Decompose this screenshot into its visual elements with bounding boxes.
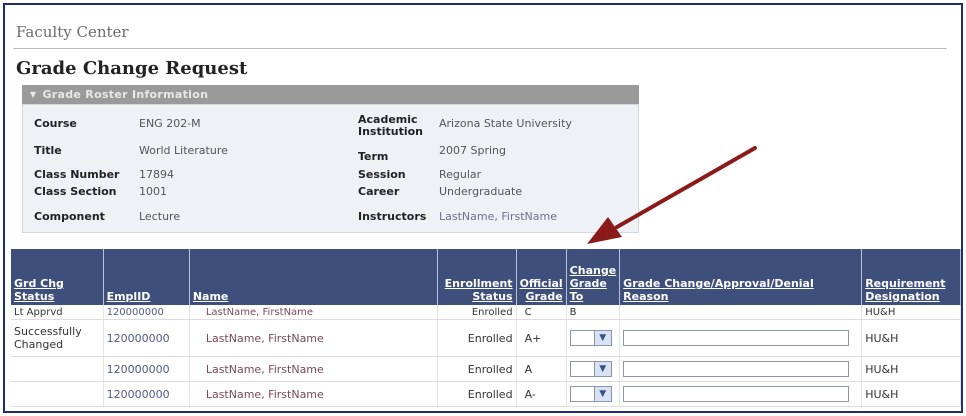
change-grade-select[interactable]: ▼ <box>569 330 612 346</box>
col-grd-chg-status[interactable]: Grd Chg Status <box>11 249 104 305</box>
chevron-down-icon[interactable]: ▼ <box>593 331 611 345</box>
requirement-designation: HU&H <box>861 381 961 407</box>
col-requirement-designation[interactable]: Requirement Designation <box>861 249 961 305</box>
emplid: 120000000 <box>103 381 190 407</box>
reason-input[interactable] <box>623 386 850 402</box>
requirement-designation: HU&H <box>861 319 961 357</box>
col-official-grade[interactable]: Official Grade <box>516 249 567 305</box>
official-grade: A- <box>516 381 567 407</box>
arrow-head-icon <box>587 217 622 244</box>
official-grade: C <box>516 305 567 320</box>
change-grade-cell: ▼ <box>566 356 621 382</box>
emplid: 120000000 <box>103 319 190 357</box>
reason-input[interactable] <box>623 361 850 377</box>
grd-chg-status: Successfully Changed <box>11 319 104 357</box>
table-row: Successfully Changed 120000000 LastName,… <box>11 319 961 357</box>
grid-header-row: Grd Chg Status EmplID Name Enrollment St… <box>11 249 961 305</box>
col-enrollment-status[interactable]: Enrollment Status <box>437 249 517 305</box>
enrollment-status: Enrolled <box>437 356 517 382</box>
arrow-shaft <box>615 146 757 229</box>
table-row: 120000000 LastName, FirstName Enrolled A… <box>11 381 961 407</box>
official-grade: A <box>516 356 567 382</box>
reason-cell <box>619 319 863 357</box>
chevron-down-icon[interactable]: ▼ <box>593 387 611 401</box>
student-name-link[interactable]: LastName, FirstName <box>189 319 438 357</box>
student-name-link[interactable]: LastName, FirstName <box>189 381 438 407</box>
change-grade-to: B <box>566 305 621 320</box>
reason-cell <box>619 381 863 407</box>
requirement-designation: HU&H <box>861 356 961 382</box>
change-grade-cell: ▼ <box>566 381 621 407</box>
grd-chg-status <box>11 381 104 407</box>
change-grade-select[interactable]: ▼ <box>569 386 612 402</box>
requirement-designation: HU&H <box>861 305 961 320</box>
table-row: Lt Apprvd 120000000 LastName, FirstName … <box>11 305 961 320</box>
change-grade-select[interactable]: ▼ <box>569 361 612 377</box>
reason-cell <box>619 356 863 382</box>
grd-chg-status: Lt Apprvd <box>11 305 104 320</box>
table-row: 120000000 LastName, FirstName Enrolled A… <box>11 356 961 382</box>
col-reason[interactable]: Grade Change/Approval/Denial Reason <box>619 249 863 305</box>
emplid: 120000000 <box>103 356 190 382</box>
col-name[interactable]: Name <box>189 249 438 305</box>
grade-change-reason <box>619 305 863 320</box>
chevron-down-icon[interactable]: ▼ <box>593 362 611 376</box>
student-name-link[interactable]: LastName, FirstName <box>189 305 438 320</box>
enrollment-status: Enrolled <box>437 305 517 320</box>
enrollment-status: Enrolled <box>437 381 517 407</box>
grd-chg-status <box>11 356 104 382</box>
reason-input[interactable] <box>623 330 850 346</box>
col-change-grade-to[interactable]: Change Grade To <box>566 249 621 305</box>
col-emplid[interactable]: EmplID <box>103 249 190 305</box>
official-grade: A+ <box>516 319 567 357</box>
change-grade-cell: ▼ <box>566 319 621 357</box>
student-name-link[interactable]: LastName, FirstName <box>189 356 438 382</box>
emplid: 120000000 <box>103 305 190 320</box>
enrollment-status: Enrolled <box>437 319 517 357</box>
screenshot-frame: Faculty Center Grade Change Request ▼ Gra… <box>3 3 963 413</box>
grade-change-grid: Grd Chg Status EmplID Name Enrollment St… <box>11 249 961 407</box>
